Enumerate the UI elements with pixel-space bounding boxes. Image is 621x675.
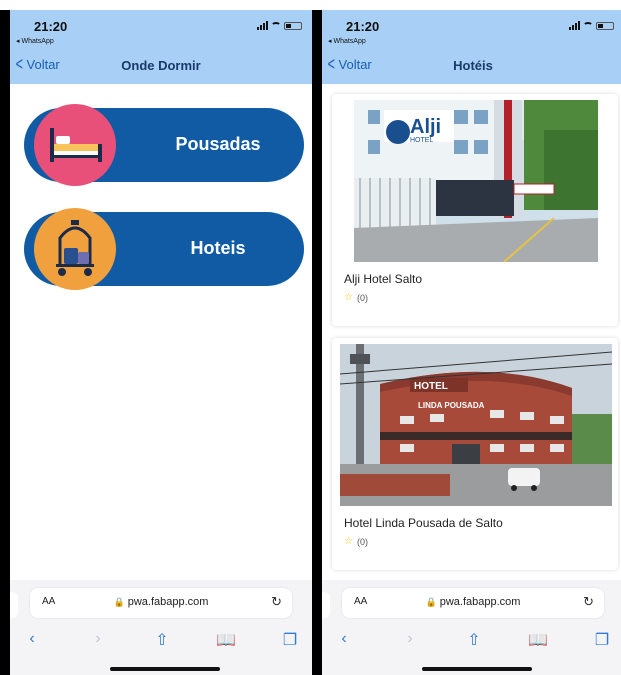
luggage-cart-icon bbox=[34, 208, 116, 290]
url-display: 🔒 pwa.fabapp.com bbox=[342, 596, 604, 608]
reload-icon[interactable]: ↻ bbox=[583, 594, 594, 610]
back-arrow-icon[interactable]: ‹ bbox=[334, 630, 354, 648]
hotel-rating: ☆ (0) bbox=[344, 292, 368, 303]
browser-tools: ‹ › ⇧ 📖 ❐ bbox=[322, 630, 621, 650]
status-time: 21:20 bbox=[34, 19, 68, 34]
hotel-sign-subtext: LINDA POUSADA bbox=[418, 401, 485, 410]
status-bar: 21:20 ◂ WhatsApp bbox=[322, 10, 621, 48]
browser-tools: ‹ › ⇧ 📖 ❐ bbox=[10, 630, 312, 650]
hotel-sign-text: HOTEL bbox=[414, 381, 448, 392]
hotel-photo: HOTEL LINDA POUSADA bbox=[340, 344, 612, 506]
page-title: Hotéis bbox=[453, 58, 493, 73]
status-bar: 21:20 ◂ WhatsApp bbox=[10, 10, 312, 48]
home-indicator bbox=[110, 667, 220, 671]
share-icon[interactable]: ⇧ bbox=[152, 630, 172, 650]
back-arrow-icon[interactable]: ‹ bbox=[22, 630, 42, 648]
status-time: 21:20 bbox=[346, 19, 380, 34]
hotel-name: Hotel Linda Pousada de Salto bbox=[344, 516, 503, 530]
nav-bar: < Voltar Onde Dormir bbox=[10, 48, 312, 84]
tab-edge bbox=[10, 592, 18, 618]
reload-icon[interactable]: ↻ bbox=[271, 594, 282, 610]
hotel-name: Alji Hotel Salto bbox=[344, 272, 423, 286]
hotel-photo: Alji HOTEL bbox=[354, 100, 598, 262]
url-text: pwa.fabapp.com bbox=[127, 596, 209, 608]
tabs-icon[interactable]: ❐ bbox=[280, 630, 300, 650]
page-title: Onde Dormir bbox=[121, 58, 201, 73]
battery-icon bbox=[284, 22, 302, 30]
star-icon: ☆ bbox=[344, 292, 353, 303]
hotel-card[interactable]: Alji HOTEL Alji Hotel Salto ☆ (0) bbox=[332, 94, 618, 326]
system-icons bbox=[569, 21, 614, 30]
lock-icon: 🔒 bbox=[425, 597, 437, 607]
hotel-list: Alji HOTEL Alji Hotel Salto ☆ (0) HOTEL … bbox=[322, 84, 621, 580]
wifi-icon bbox=[271, 22, 281, 30]
home-indicator bbox=[422, 667, 532, 671]
address-bar[interactable]: AA 🔒 pwa.fabapp.com ↻ bbox=[30, 588, 292, 618]
battery-icon bbox=[596, 22, 614, 30]
signal-icon bbox=[569, 21, 580, 30]
category-label: Pousadas bbox=[175, 134, 261, 154]
address-bar[interactable]: AA 🔒 pwa.fabapp.com ↻ bbox=[342, 588, 604, 618]
system-icons bbox=[257, 21, 302, 30]
tab-edge bbox=[322, 592, 330, 618]
back-to-app-link[interactable]: ◂ WhatsApp bbox=[16, 37, 54, 45]
category-list: Pousadas Hoteis bbox=[10, 84, 312, 580]
safari-toolbar: AA 🔒 pwa.fabapp.com ↻ ‹ › ⇧ 📖 ❐ bbox=[322, 580, 621, 675]
rating-count: (0) bbox=[356, 536, 368, 547]
safari-toolbar: AA 🔒 pwa.fabapp.com ↻ ‹ › ⇧ 📖 ❐ bbox=[10, 580, 312, 675]
category-hoteis-button[interactable]: Hoteis bbox=[24, 208, 304, 290]
forward-arrow-icon[interactable]: › bbox=[88, 630, 108, 648]
url-text: pwa.fabapp.com bbox=[439, 596, 521, 608]
hotel-card[interactable]: HOTEL LINDA POUSADA Hotel Linda Pousada … bbox=[332, 338, 618, 570]
back-to-app-link[interactable]: ◂ WhatsApp bbox=[328, 37, 366, 45]
forward-arrow-icon[interactable]: › bbox=[400, 630, 420, 648]
rating-count: (0) bbox=[356, 292, 368, 303]
star-icon: ☆ bbox=[344, 536, 353, 547]
bookmarks-icon[interactable]: 📖 bbox=[528, 630, 548, 650]
bed-icon bbox=[34, 104, 116, 186]
nav-bar: < Voltar Hotéis bbox=[322, 48, 621, 84]
phone-screen-right: 21:20 ◂ WhatsApp < Voltar Hotéis Alji HO… bbox=[322, 10, 621, 675]
share-icon[interactable]: ⇧ bbox=[464, 630, 484, 650]
category-pousadas-button[interactable]: Pousadas bbox=[24, 104, 304, 186]
url-display: 🔒 pwa.fabapp.com bbox=[30, 596, 292, 608]
bookmarks-icon[interactable]: 📖 bbox=[216, 630, 236, 650]
phone-screen-left: 21:20 ◂ WhatsApp < Voltar Onde Dormir Po… bbox=[10, 10, 312, 675]
category-label: Hoteis bbox=[190, 238, 246, 258]
tabs-icon[interactable]: ❐ bbox=[592, 630, 612, 650]
hotel-rating: ☆ (0) bbox=[344, 536, 368, 547]
wifi-icon bbox=[583, 22, 593, 30]
lock-icon: 🔒 bbox=[113, 597, 125, 607]
signal-icon bbox=[257, 21, 268, 30]
hotel-sign-text: Alji bbox=[410, 116, 441, 138]
hotel-sign-subtext: HOTEL bbox=[410, 137, 433, 144]
